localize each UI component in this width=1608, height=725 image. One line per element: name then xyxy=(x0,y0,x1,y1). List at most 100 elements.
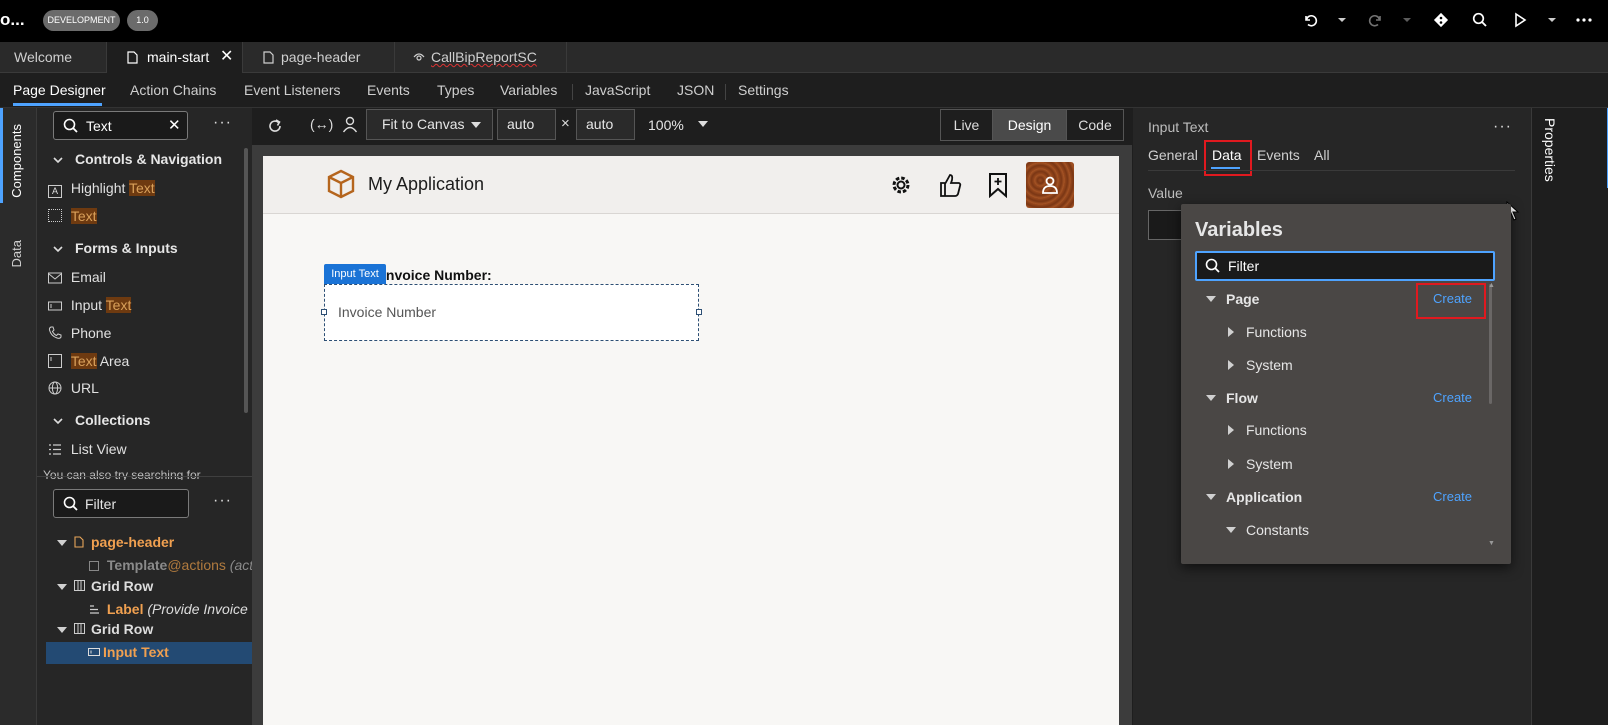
git-icon[interactable] xyxy=(1432,11,1452,31)
tab-types[interactable]: Types xyxy=(437,82,474,98)
tab-event-listeners[interactable]: Event Listeners xyxy=(244,82,341,98)
resize-handle-left[interactable] xyxy=(321,309,327,315)
variables-scrollbar[interactable] xyxy=(1489,284,1492,404)
group-controls-navigation[interactable]: Controls & Navigation xyxy=(53,151,222,167)
thumbs-up-icon[interactable] xyxy=(939,172,963,198)
tree-expand-icon[interactable] xyxy=(1206,296,1216,302)
components-scrollbar[interactable] xyxy=(244,148,248,413)
var-node-page[interactable]: Page xyxy=(1226,291,1259,307)
variables-binding-icon[interactable]: (↔) xyxy=(310,116,333,132)
component-text-area[interactable]: Text Area xyxy=(48,353,129,369)
tree-expand-icon[interactable] xyxy=(1206,494,1216,500)
component-text[interactable]: Text xyxy=(48,208,97,224)
user-avatar[interactable] xyxy=(1026,162,1074,208)
create-application-variable-button[interactable]: Create xyxy=(1433,489,1472,504)
tree-expand-icon[interactable] xyxy=(1228,360,1234,370)
tab-json[interactable]: JSON xyxy=(677,82,714,98)
structure-more-icon[interactable]: ··· xyxy=(213,492,232,510)
var-node-functions[interactable]: Functions xyxy=(1246,422,1307,438)
properties-title: Input Text xyxy=(1148,119,1209,135)
scroll-up-icon[interactable]: ▲ xyxy=(1488,282,1495,289)
undo-icon[interactable] xyxy=(1302,11,1322,31)
clear-search-icon[interactable]: ✕ xyxy=(168,116,181,134)
structure-filter-input[interactable]: Filter xyxy=(53,489,189,518)
group-collections[interactable]: Collections xyxy=(53,412,150,428)
settings-icon[interactable] xyxy=(889,173,913,197)
run-icon[interactable] xyxy=(1511,11,1531,31)
components-tab[interactable]: Components xyxy=(9,124,24,198)
tab-settings[interactable]: Settings xyxy=(738,82,789,98)
close-tab-icon[interactable]: ✕ xyxy=(220,41,233,72)
components-search-input[interactable]: Text ✕ xyxy=(53,111,188,140)
tab-page-designer[interactable]: Page Designer xyxy=(13,82,106,98)
tree-expand-icon[interactable] xyxy=(1226,527,1236,533)
data-tab[interactable]: Data xyxy=(9,240,24,267)
tab-welcome[interactable]: Welcome xyxy=(0,42,107,73)
structure-node-input-text-selected[interactable]: Input Text xyxy=(46,642,252,664)
var-node-system[interactable]: System xyxy=(1246,357,1293,373)
node-label: Template xyxy=(106,557,168,573)
component-phone[interactable]: Phone xyxy=(48,325,111,341)
tab-callbipreportsc[interactable]: CallBipReportSC xyxy=(395,42,567,73)
expand-icon xyxy=(57,584,67,590)
tree-expand-icon[interactable] xyxy=(1228,459,1234,469)
zoom-select[interactable]: 100% xyxy=(648,117,708,133)
properties-more-icon[interactable]: ··· xyxy=(1493,118,1512,136)
tab-javascript[interactable]: JavaScript xyxy=(585,82,650,98)
resize-handle-right[interactable] xyxy=(696,309,702,315)
tree-expand-icon[interactable] xyxy=(1228,425,1234,435)
var-node-functions[interactable]: Functions xyxy=(1246,324,1307,340)
component-email[interactable]: Email xyxy=(48,269,106,285)
chevron-down-icon xyxy=(53,245,71,253)
tab-variables[interactable]: Variables xyxy=(500,82,557,98)
prop-tab-all[interactable]: All xyxy=(1314,147,1330,163)
mode-live[interactable]: Live xyxy=(941,110,993,140)
fit-canvas-select[interactable]: Fit to Canvas xyxy=(366,109,493,140)
invoice-number-input[interactable]: Invoice Number xyxy=(324,284,699,341)
canvas-toolbar: (↔) Fit to Canvas auto × auto 100% Live … xyxy=(252,108,1132,145)
var-node-system[interactable]: System xyxy=(1246,456,1293,472)
tab-main-start[interactable]: main-start ✕ xyxy=(107,42,243,73)
var-node-flow[interactable]: Flow xyxy=(1226,390,1258,406)
component-input-text[interactable]: Input Text xyxy=(48,297,132,313)
redo-menu-chevron-icon[interactable] xyxy=(1403,18,1411,22)
scroll-down-icon[interactable]: ▼ xyxy=(1488,540,1495,547)
undo-menu-chevron-icon[interactable] xyxy=(1338,18,1346,22)
bookmark-icon[interactable] xyxy=(988,172,1008,198)
structure-node-label[interactable]: Label (Provide Invoice Nu xyxy=(89,601,252,619)
create-flow-variable-button[interactable]: Create xyxy=(1433,390,1472,405)
var-node-application[interactable]: Application xyxy=(1226,489,1302,505)
prop-tab-events[interactable]: Events xyxy=(1257,147,1300,163)
component-highlight-text[interactable]: A Highlight Text xyxy=(48,180,155,198)
user-role-icon[interactable] xyxy=(342,116,358,134)
app-name[interactable]: o... xyxy=(0,10,25,30)
refresh-icon[interactable] xyxy=(266,117,284,135)
component-list-view[interactable]: List View xyxy=(48,441,127,457)
mode-code[interactable]: Code xyxy=(1066,110,1123,140)
group-forms-inputs[interactable]: Forms & Inputs xyxy=(53,240,178,256)
mode-design[interactable]: Design xyxy=(993,110,1066,140)
chevron-down-icon xyxy=(697,121,708,127)
properties-strip-tab[interactable]: Properties xyxy=(1542,118,1558,182)
prop-tab-general[interactable]: General xyxy=(1148,147,1198,163)
tab-events[interactable]: Events xyxy=(367,82,410,98)
run-menu-chevron-icon[interactable] xyxy=(1548,18,1556,22)
tab-action-chains[interactable]: Action Chains xyxy=(130,82,216,98)
height-input[interactable]: auto xyxy=(576,109,635,140)
variables-filter-input[interactable]: Filter xyxy=(1195,251,1495,281)
tree-expand-icon[interactable] xyxy=(1206,395,1216,401)
redo-icon[interactable] xyxy=(1366,11,1386,31)
tab-page-header[interactable]: page-header xyxy=(243,42,395,73)
tree-expand-icon[interactable] xyxy=(1228,327,1234,337)
globe-icon xyxy=(48,381,62,395)
item-label: Area xyxy=(96,353,130,369)
list-view-icon xyxy=(48,443,62,456)
width-input[interactable]: auto xyxy=(497,109,556,140)
var-node-constants[interactable]: Constants xyxy=(1246,522,1309,538)
search-icon[interactable] xyxy=(1471,11,1491,31)
components-more-icon[interactable]: ··· xyxy=(213,114,232,132)
structure-node-template[interactable]: Template@actions (acti xyxy=(89,557,252,575)
more-icon[interactable] xyxy=(1575,11,1595,31)
search-icon xyxy=(62,495,80,513)
component-url[interactable]: URL xyxy=(48,380,99,396)
